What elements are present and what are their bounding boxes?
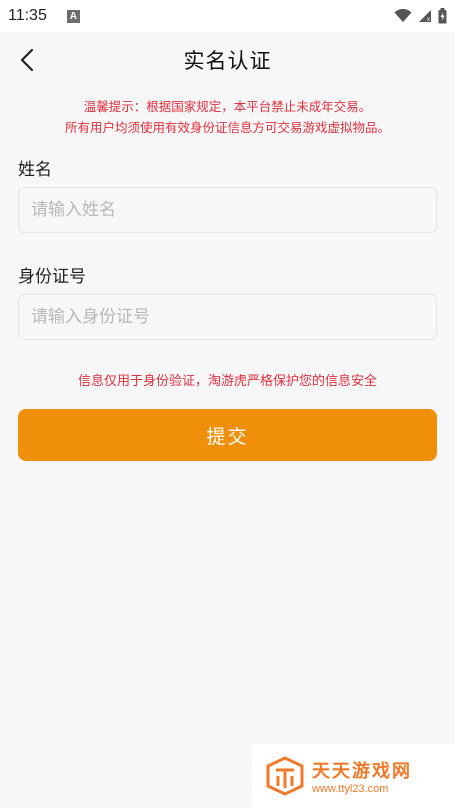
watermark-title: 天天游戏网: [312, 761, 412, 782]
page-title: 实名认证: [183, 48, 272, 73]
notice-line-1: 温馨提示：根据国家规定，本平台禁止未成年交易。: [83, 99, 372, 114]
name-input[interactable]: [18, 187, 437, 233]
back-button[interactable]: [10, 44, 44, 76]
age-restriction-notice: 温馨提示：根据国家规定，本平台禁止未成年交易。 所有用户均须使用有效身份证信息方…: [0, 96, 455, 138]
watermark-logo-icon: [266, 756, 304, 796]
watermark-url: www.ttyl23.com: [312, 783, 389, 795]
name-label: 姓名: [18, 160, 52, 180]
status-time: 11:35: [8, 7, 47, 24]
status-bar: 11:35 A x: [0, 0, 455, 32]
status-icons: x: [394, 8, 447, 24]
id-number-input[interactable]: [18, 294, 437, 340]
battery-icon: [438, 8, 447, 24]
chevron-left-icon: [20, 48, 34, 72]
site-watermark: 天天游戏网 www.ttyl23.com: [252, 744, 455, 808]
privacy-note: 信息仅用于身份验证，淘游虎严格保护您的信息安全: [77, 374, 377, 389]
id-number-label: 身份证号: [18, 267, 86, 287]
notification-a-icon: A: [66, 9, 80, 23]
app-header: 实名认证: [0, 32, 455, 87]
submit-button[interactable]: 提交: [18, 409, 437, 461]
svg-text:x: x: [427, 17, 430, 23]
wifi-icon: [394, 9, 412, 22]
notice-line-2: 所有用户均须使用有效身份证信息方可交易游戏虚拟物品。: [64, 120, 390, 135]
signal-icon: x: [419, 10, 431, 23]
